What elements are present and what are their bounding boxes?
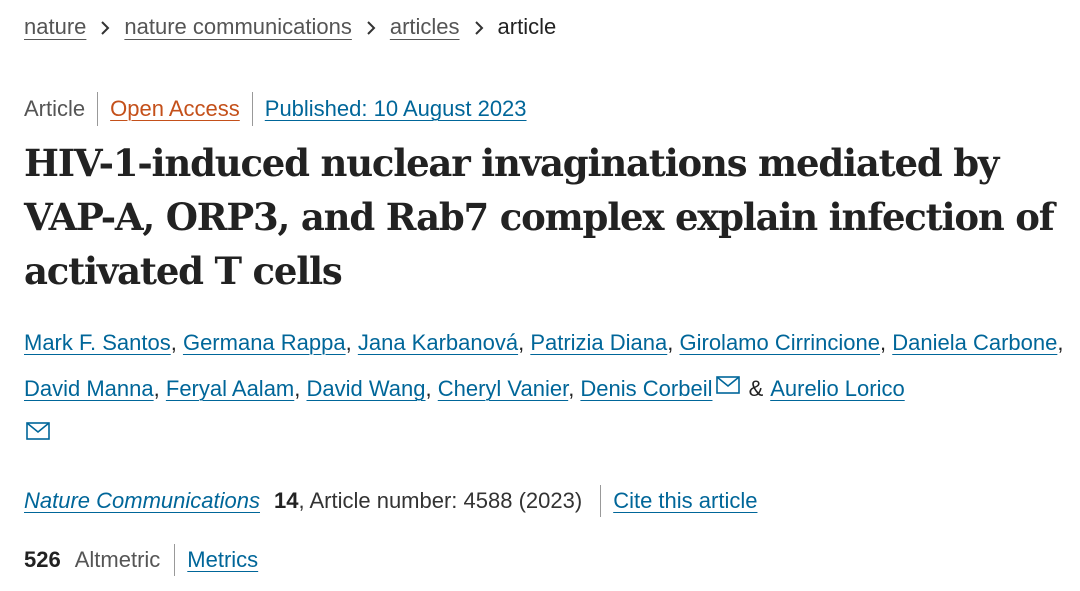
email-icon[interactable] bbox=[716, 376, 741, 394]
author-link[interactable]: Feryal Aalam bbox=[166, 376, 294, 401]
article-number: , Article number: 4588 (2023) bbox=[298, 488, 583, 513]
author-link[interactable]: David Wang bbox=[307, 376, 426, 401]
breadcrumb: nature nature communications articles artic… bbox=[24, 12, 556, 42]
author-link[interactable]: Germana Rappa bbox=[183, 330, 346, 355]
breadcrumb-link-nature[interactable]: nature bbox=[24, 14, 86, 39]
article-type: Article bbox=[24, 92, 99, 126]
journal-link[interactable]: Nature Communications bbox=[24, 484, 260, 518]
divider bbox=[600, 485, 602, 517]
author-link[interactable]: Daniela Carbone bbox=[892, 330, 1057, 355]
author-link[interactable]: Aurelio Lorico bbox=[770, 376, 905, 401]
metrics-line: 526 Altmetric Metrics bbox=[24, 543, 258, 577]
open-access-link[interactable]: Open Access bbox=[98, 92, 253, 126]
divider bbox=[174, 544, 176, 576]
metrics-link[interactable]: Metrics bbox=[187, 543, 258, 577]
author-link[interactable]: Patrizia Diana bbox=[530, 330, 667, 355]
author-link[interactable]: Mark F. Santos bbox=[24, 330, 171, 355]
breadcrumb-link-nature-communications[interactable]: nature communications bbox=[124, 14, 351, 39]
author-link[interactable]: David Manna bbox=[24, 376, 154, 401]
author-connector: & bbox=[748, 376, 764, 401]
author-link[interactable]: Girolamo Cirrincione bbox=[680, 330, 881, 355]
chevron-right-icon bbox=[474, 20, 484, 36]
article-title: HIV-1-induced nuclear invaginations medi… bbox=[24, 141, 1055, 293]
chevron-right-icon bbox=[100, 20, 110, 36]
published-date-link[interactable]: Published: 10 August 2023 bbox=[253, 92, 527, 126]
journal-volume: 14 bbox=[273, 488, 299, 513]
altmetric-count: 526 bbox=[24, 547, 61, 572]
author-link[interactable]: Denis Corbeil bbox=[580, 376, 712, 401]
email-icon[interactable] bbox=[26, 422, 50, 440]
article-meta: Article Open Access Published: 10 August… bbox=[24, 92, 527, 126]
breadcrumb-current: article bbox=[497, 14, 557, 39]
author-link[interactable]: Cheryl Vanier bbox=[438, 376, 568, 401]
cite-article-link[interactable]: Cite this article bbox=[613, 484, 757, 518]
author-link[interactable]: Jana Karbanová bbox=[358, 330, 518, 355]
chevron-right-icon bbox=[366, 20, 376, 36]
citation-line: Nature Communications 14 , Article numbe… bbox=[24, 484, 757, 518]
altmetric-label: Altmetric bbox=[74, 547, 161, 572]
breadcrumb-link-articles[interactable]: articles bbox=[390, 14, 460, 39]
author-list: Mark F. Santos, Germana Rappa, Jana Karb… bbox=[24, 320, 1064, 458]
